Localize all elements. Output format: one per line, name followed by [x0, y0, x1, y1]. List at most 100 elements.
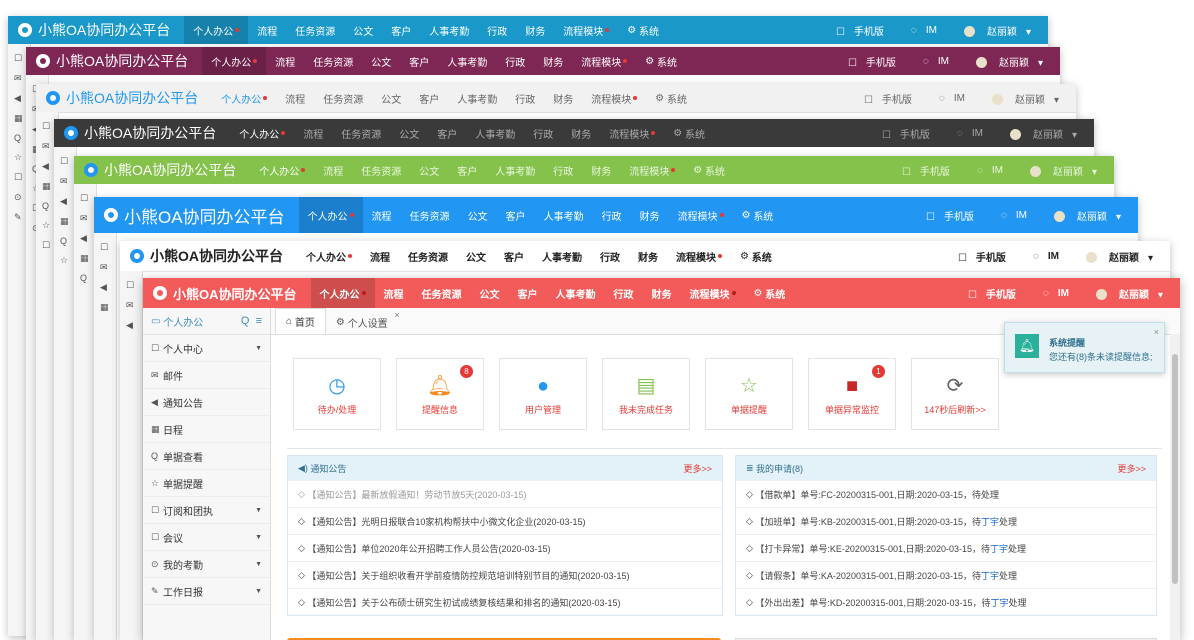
mobile-link[interactable]: ☐ 手机版 — [959, 286, 1034, 301]
tile-doc-remind[interactable]: ☆ 单据提醒 — [705, 358, 793, 430]
sidebar-item-mail[interactable]: ✉ 邮件 — [143, 362, 270, 389]
list-item[interactable]: ◇ 【打卡异常】单号:KE-20200315-001,日期:2020-03-15… — [736, 534, 1156, 561]
menu-doc[interactable]: 公文 — [459, 208, 497, 223]
menu-task[interactable]: 任务资源 — [401, 208, 459, 223]
menu-admin[interactable]: 行政 — [478, 23, 516, 38]
menu-system[interactable]: ⚙ 系统 — [636, 54, 686, 69]
brand[interactable]: 小熊OA协同办公平台 — [94, 203, 299, 228]
menu-flow[interactable]: 流程 — [375, 286, 413, 301]
close-icon[interactable]: × — [1154, 327, 1159, 337]
im-link[interactable]: ◌ IM — [930, 93, 983, 104]
menu-flow-module[interactable]: 流程模块 — [572, 54, 636, 69]
menu-admin[interactable]: 行政 — [593, 208, 631, 223]
menu-flow[interactable]: 流程 — [276, 91, 314, 106]
brand[interactable]: 小熊OA协同办公平台 — [8, 20, 184, 40]
menu-admin[interactable]: 行政 — [544, 163, 582, 178]
user-menu[interactable]: 赵丽颖 ▾ — [967, 54, 1052, 69]
menu-task[interactable]: 任务资源 — [413, 286, 471, 301]
im-link[interactable]: ◌ IM — [1034, 288, 1087, 299]
brand[interactable]: 小熊OA协同办公平台 — [36, 88, 212, 108]
menu-doc[interactable]: 公文 — [457, 249, 495, 264]
menu-hr[interactable]: 人事考勤 — [547, 286, 605, 301]
menu-doc[interactable]: 公文 — [410, 163, 448, 178]
menu-doc[interactable]: 公文 — [471, 286, 509, 301]
menu-admin[interactable]: 行政 — [496, 54, 534, 69]
menu-hr[interactable]: 人事考勤 — [448, 91, 506, 106]
assignee-link[interactable]: 丁宇 — [991, 596, 1009, 609]
menu-hr[interactable]: 人事考勤 — [438, 54, 496, 69]
menu-personal[interactable]: 个人办公 — [298, 197, 363, 233]
menu-finance[interactable]: 财务 — [562, 126, 600, 141]
menu-customer[interactable]: 客户 — [448, 163, 486, 178]
search-icon[interactable]: Q — [241, 315, 250, 327]
list-item[interactable]: ◇ 【外出出差】单号:KD-20200315-001,日期:2020-03-15… — [736, 588, 1156, 615]
menu-flow-module[interactable]: 流程模块 — [681, 286, 745, 301]
list-item[interactable]: ◇ 【借款单】单号:FC-20200315-001,日期:2020-03-15，… — [736, 480, 1156, 507]
user-menu[interactable]: 赵丽颖 ▾ — [1077, 249, 1162, 264]
mobile-link[interactable]: ☐ 手机版 — [855, 91, 930, 106]
menu-task[interactable]: 任务资源 — [399, 249, 457, 264]
menu-system[interactable]: ⚙ 系统 — [646, 91, 696, 106]
menu-customer[interactable]: 客户 — [495, 249, 533, 264]
im-link[interactable]: ◌ IM — [968, 165, 1021, 176]
brand[interactable]: 小熊OA协同办公平台 — [143, 284, 311, 303]
more-link[interactable]: 更多>> — [1117, 462, 1146, 475]
menu-admin[interactable]: 行政 — [591, 249, 629, 264]
tile-doc-monitor[interactable]: 1 ■ 单据异常监控 — [808, 358, 896, 430]
menu-finance[interactable]: 财务 — [544, 91, 582, 106]
list-item[interactable]: ◇ 【通知公告】光明日报联合10家机构帮扶中小微文化企业(2020-03-15) — [288, 507, 722, 534]
sidebar-item-daily-report[interactable]: ✎ 工作日报 ▼ — [143, 578, 270, 605]
sidebar-item-doc-remind[interactable]: ☆ 单据提醒 — [143, 470, 270, 497]
menu-flow[interactable]: 流程 — [314, 163, 352, 178]
menu-flow-module[interactable]: 流程模块 — [620, 163, 684, 178]
assignee-link[interactable]: 丁宇 — [981, 569, 999, 582]
menu-doc[interactable]: 公文 — [390, 126, 428, 141]
menu-doc[interactable]: 公文 — [372, 91, 410, 106]
menu-customer[interactable]: 客户 — [428, 126, 466, 141]
menu-flow[interactable]: 流程 — [294, 126, 332, 141]
menu-system[interactable]: ⚙ 系统 — [618, 23, 668, 38]
menu-icon[interactable]: ≡ — [256, 315, 262, 327]
menu-system[interactable]: ⚙ 系统 — [684, 163, 734, 178]
menu-hr[interactable]: 人事考勤 — [466, 126, 524, 141]
mobile-link[interactable]: ☐ 手机版 — [949, 249, 1024, 264]
menu-hr[interactable]: 人事考勤 — [486, 163, 544, 178]
menu-customer[interactable]: 客户 — [497, 208, 535, 223]
menu-flow[interactable]: 流程 — [363, 208, 401, 223]
menu-personal[interactable]: 个人办公 — [297, 249, 361, 264]
menu-personal[interactable]: 个人办公 — [250, 163, 314, 178]
brand[interactable]: 小熊OA协同办公平台 — [26, 51, 202, 71]
menu-flow-module[interactable]: 流程模块 — [667, 249, 731, 264]
brand[interactable]: 小熊OA协同办公平台 — [120, 246, 297, 266]
assignee-link[interactable]: 丁宇 — [990, 542, 1008, 555]
im-link[interactable]: ◌ IM — [1024, 251, 1077, 262]
brand[interactable]: 小熊OA协同办公平台 — [74, 160, 250, 180]
mobile-link[interactable]: ☐ 手机版 — [873, 126, 948, 141]
tile-reminders[interactable]: 8 🔔︎ 提醒信息 — [396, 358, 484, 430]
im-link[interactable]: ◌ IM — [992, 210, 1045, 221]
user-menu[interactable]: 赵丽颖 ▾ — [1087, 286, 1172, 301]
menu-system[interactable]: ⚙ 系统 — [664, 126, 714, 141]
tab-home[interactable]: ⌂ 首页 — [275, 308, 326, 334]
im-link[interactable]: ◌ IM — [948, 128, 1001, 139]
user-menu[interactable]: 赵丽颖 ▾ — [1001, 126, 1086, 141]
sidebar-item-schedule[interactable]: ▦ 日程 — [143, 416, 270, 443]
sidebar-item-doc-view[interactable]: Q 单据查看 — [143, 443, 270, 470]
menu-customer[interactable]: 客户 — [400, 54, 438, 69]
menu-task[interactable]: 任务资源 — [314, 91, 372, 106]
list-item[interactable]: ◇ 【通知公告】最新放假通知！劳动节放5天(2020-03-15) — [288, 480, 722, 507]
sidebar-item-notice[interactable]: ◀ 通知公告 — [143, 389, 270, 416]
menu-customer[interactable]: 客户 — [382, 23, 420, 38]
tile-users[interactable]: ● 用户管理 — [499, 358, 587, 430]
menu-hr[interactable]: 人事考勤 — [533, 249, 591, 264]
menu-task[interactable]: 任务资源 — [332, 126, 390, 141]
menu-hr[interactable]: 人事考勤 — [535, 208, 593, 223]
menu-task[interactable]: 任务资源 — [286, 23, 344, 38]
menu-admin[interactable]: 行政 — [524, 126, 562, 141]
list-item[interactable]: ◇ 【通知公告】关于组织收看开学前疫情防控规范培训特别节目的通知(2020-03… — [288, 561, 722, 588]
user-menu[interactable]: 赵丽颖 ▾ — [1045, 208, 1130, 223]
menu-flow-module[interactable]: 流程模块 — [554, 23, 618, 38]
user-menu[interactable]: 赵丽颖 ▾ — [1021, 163, 1106, 178]
list-item[interactable]: ◇ 【通知公告】单位2020年公开招聘工作人员公告(2020-03-15) — [288, 534, 722, 561]
menu-personal[interactable]: 个人办公 — [202, 47, 267, 75]
